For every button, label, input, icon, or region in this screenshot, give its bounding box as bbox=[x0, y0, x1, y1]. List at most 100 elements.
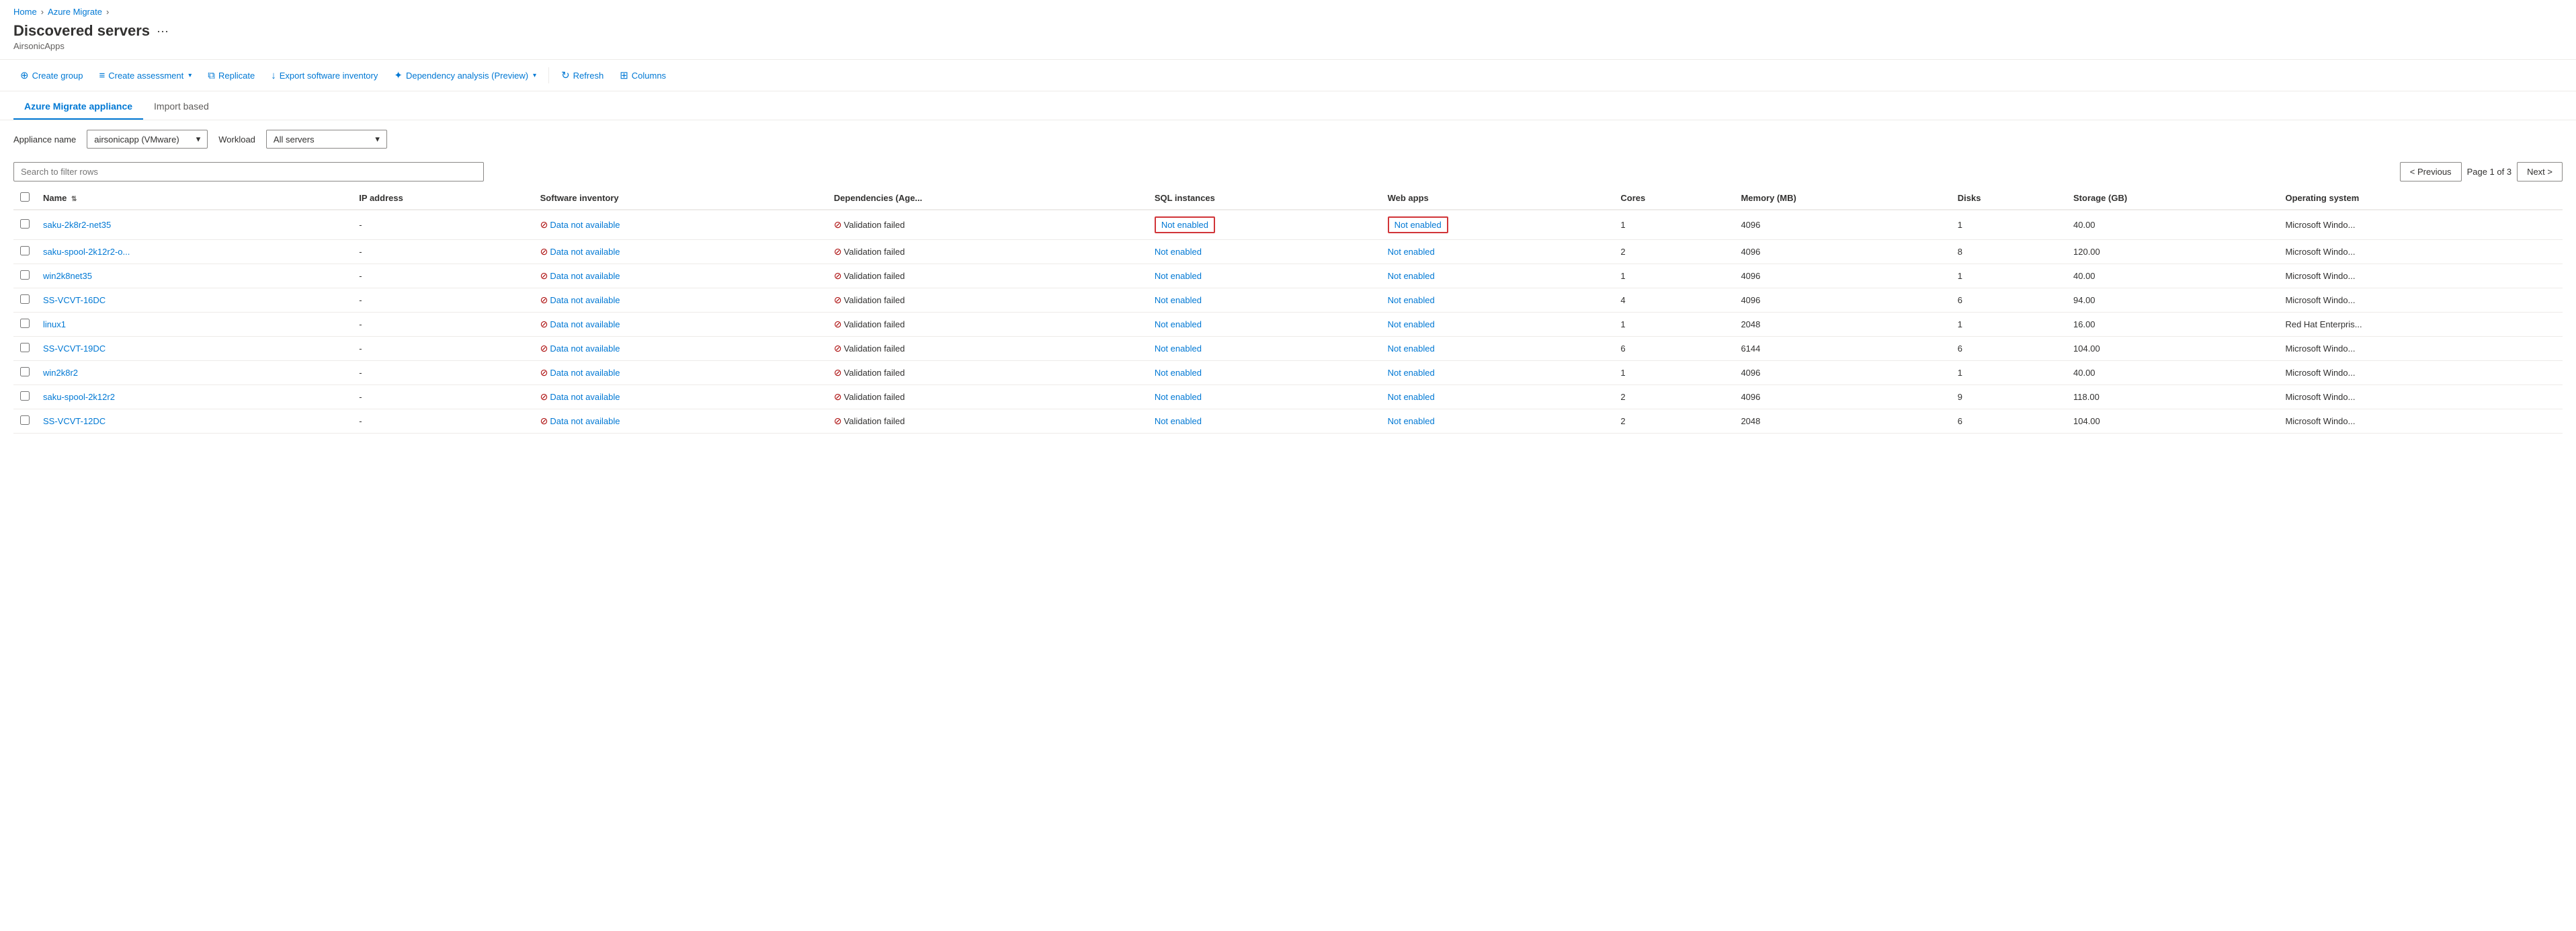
row-checkbox-2[interactable] bbox=[20, 270, 30, 280]
col-header-disks[interactable]: Disks bbox=[1951, 187, 2067, 210]
web-apps-cell[interactable]: Not enabled bbox=[1388, 247, 1435, 257]
table-row: SS-VCVT-16DC-⊘Data not available⊘Validat… bbox=[13, 288, 2563, 313]
search-input[interactable] bbox=[13, 162, 484, 181]
storage-cell: 120.00 bbox=[2067, 240, 2278, 264]
breadcrumb-sep1: › bbox=[41, 7, 44, 17]
sql-instances-cell[interactable]: Not enabled bbox=[1155, 319, 1202, 329]
sql-instances-cell[interactable]: Not enabled bbox=[1155, 295, 1202, 305]
row-checkbox-5[interactable] bbox=[20, 343, 30, 352]
server-name-link[interactable]: linux1 bbox=[43, 319, 66, 329]
col-header-ip[interactable]: IP address bbox=[352, 187, 533, 210]
col-header-memory[interactable]: Memory (MB) bbox=[1734, 187, 1950, 210]
workload-select[interactable]: All servers ▾ bbox=[266, 130, 387, 149]
row-checkbox-1[interactable] bbox=[20, 246, 30, 255]
breadcrumb-parent[interactable]: Azure Migrate bbox=[48, 7, 102, 17]
server-name-link[interactable]: SS-VCVT-19DC bbox=[43, 343, 106, 354]
export-icon: ↓ bbox=[271, 70, 276, 81]
breadcrumb-home[interactable]: Home bbox=[13, 7, 37, 17]
sql-instances-cell[interactable]: Not enabled bbox=[1155, 343, 1202, 354]
web-apps-cell[interactable]: Not enabled bbox=[1388, 416, 1435, 426]
row-checkbox-0[interactable] bbox=[20, 219, 30, 229]
row-checkbox-3[interactable] bbox=[20, 294, 30, 304]
software-inventory-cell: ⊘Data not available bbox=[540, 343, 821, 354]
col-header-software[interactable]: Software inventory bbox=[534, 187, 827, 210]
os-cell: Red Hat Enterpris... bbox=[2278, 313, 2563, 337]
replicate-button[interactable]: ⧉ Replicate bbox=[201, 66, 261, 85]
sql-instances-cell[interactable]: Not enabled bbox=[1155, 368, 1202, 378]
software-inventory-link[interactable]: Data not available bbox=[550, 220, 620, 230]
filters: Appliance name airsonicapp (VMware) ▾ Wo… bbox=[0, 120, 2576, 158]
col-header-name[interactable]: Name ⇅ bbox=[36, 187, 352, 210]
server-name-link[interactable]: SS-VCVT-16DC bbox=[43, 295, 106, 305]
web-apps-cell[interactable]: Not enabled bbox=[1388, 392, 1435, 402]
sql-instances-cell[interactable]: Not enabled bbox=[1161, 220, 1208, 230]
software-inventory-link[interactable]: Data not available bbox=[550, 271, 620, 281]
select-all-header[interactable] bbox=[13, 187, 36, 210]
web-apps-cell[interactable]: Not enabled bbox=[1388, 319, 1435, 329]
software-inventory-link[interactable]: Data not available bbox=[550, 319, 620, 329]
sql-instances-cell[interactable]: Not enabled bbox=[1155, 271, 1202, 281]
col-header-sql[interactable]: SQL instances bbox=[1148, 187, 1381, 210]
col-header-storage[interactable]: Storage (GB) bbox=[2067, 187, 2278, 210]
row-checkbox-4[interactable] bbox=[20, 319, 30, 328]
software-inventory-link[interactable]: Data not available bbox=[550, 416, 620, 426]
software-inventory-cell: ⊘Data not available bbox=[540, 367, 821, 378]
server-name-link[interactable]: win2k8net35 bbox=[43, 271, 92, 281]
web-apps-cell[interactable]: Not enabled bbox=[1388, 343, 1435, 354]
software-inventory-link[interactable]: Data not available bbox=[550, 247, 620, 257]
replicate-icon: ⧉ bbox=[208, 70, 215, 81]
col-header-os[interactable]: Operating system bbox=[2278, 187, 2563, 210]
web-apps-cell[interactable]: Not enabled bbox=[1388, 295, 1435, 305]
dependency-analysis-button[interactable]: ✦ Dependency analysis (Preview) ▾ bbox=[387, 65, 543, 85]
tab-azure-migrate-appliance[interactable]: Azure Migrate appliance bbox=[13, 94, 143, 120]
software-inventory-link[interactable]: Data not available bbox=[550, 392, 620, 402]
row-checkbox-7[interactable] bbox=[20, 391, 30, 401]
col-header-dependencies[interactable]: Dependencies (Age... bbox=[827, 187, 1148, 210]
appliance-select[interactable]: airsonicapp (VMware) ▾ bbox=[87, 130, 208, 149]
columns-button[interactable]: ⊞ Columns bbox=[613, 65, 673, 85]
server-name-link[interactable]: SS-VCVT-12DC bbox=[43, 416, 106, 426]
create-assessment-button[interactable]: ≡ Create assessment ▾ bbox=[92, 66, 198, 85]
sql-instances-cell[interactable]: Not enabled bbox=[1155, 392, 1202, 402]
refresh-button[interactable]: ↻ Refresh bbox=[554, 65, 610, 85]
sql-instances-cell[interactable]: Not enabled bbox=[1155, 247, 1202, 257]
storage-cell: 94.00 bbox=[2067, 288, 2278, 313]
software-inventory-link[interactable]: Data not available bbox=[550, 368, 620, 378]
web-apps-cell[interactable]: Not enabled bbox=[1388, 368, 1435, 378]
software-inventory-link[interactable]: Data not available bbox=[550, 343, 620, 354]
col-header-cores[interactable]: Cores bbox=[1614, 187, 1734, 210]
create-group-button[interactable]: ⊕ Create group bbox=[13, 65, 89, 85]
storage-cell: 104.00 bbox=[2067, 337, 2278, 361]
previous-button[interactable]: < Previous bbox=[2400, 162, 2462, 181]
software-inventory-cell: ⊘Data not available bbox=[540, 391, 821, 403]
software-inventory-link[interactable]: Data not available bbox=[550, 295, 620, 305]
os-cell: Microsoft Windo... bbox=[2278, 210, 2563, 240]
dep-error-icon: ⊘ bbox=[834, 391, 842, 403]
software-inventory-cell: ⊘Data not available bbox=[540, 415, 821, 427]
server-name-link[interactable]: saku-spool-2k12r2-o... bbox=[43, 247, 130, 257]
breadcrumb-sep2: › bbox=[106, 7, 109, 17]
next-button[interactable]: Next > bbox=[2517, 162, 2563, 181]
web-apps-cell[interactable]: Not enabled bbox=[1388, 271, 1435, 281]
cores-cell: 1 bbox=[1614, 210, 1734, 240]
table-row: saku-spool-2k12r2-⊘Data not available⊘Va… bbox=[13, 385, 2563, 409]
workload-chevron: ▾ bbox=[375, 134, 380, 145]
server-name-link[interactable]: win2k8r2 bbox=[43, 368, 78, 378]
error-icon: ⊘ bbox=[540, 367, 548, 378]
sql-instances-cell[interactable]: Not enabled bbox=[1155, 416, 1202, 426]
server-name-link[interactable]: saku-spool-2k12r2 bbox=[43, 392, 115, 402]
select-all-checkbox[interactable] bbox=[20, 192, 30, 202]
row-checkbox-6[interactable] bbox=[20, 367, 30, 376]
memory-cell: 4096 bbox=[1734, 361, 1950, 385]
tab-import-based[interactable]: Import based bbox=[143, 94, 220, 120]
error-icon: ⊘ bbox=[540, 343, 548, 354]
table-row: SS-VCVT-12DC-⊘Data not available⊘Validat… bbox=[13, 409, 2563, 434]
export-button[interactable]: ↓ Export software inventory bbox=[264, 66, 384, 85]
col-header-webapps[interactable]: Web apps bbox=[1381, 187, 1614, 210]
more-options-icon[interactable]: ··· bbox=[157, 24, 169, 38]
ip-cell: - bbox=[352, 288, 533, 313]
web-apps-cell[interactable]: Not enabled bbox=[1395, 220, 1442, 230]
dependency-icon: ✦ bbox=[394, 69, 403, 81]
row-checkbox-8[interactable] bbox=[20, 415, 30, 425]
server-name-link[interactable]: saku-2k8r2-net35 bbox=[43, 220, 111, 230]
